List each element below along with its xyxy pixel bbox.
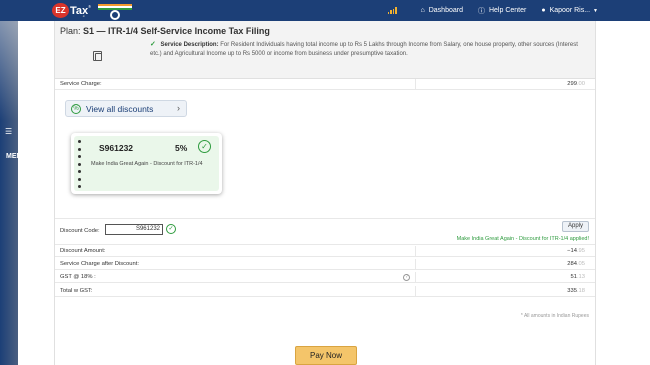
coupon-percent: 5% — [175, 143, 188, 153]
total-amount: 335 — [567, 288, 577, 294]
service-description: ✓ Service Description: For Resident Indi… — [150, 41, 590, 58]
top-navbar: EZ Tax ® .in ⌂ Dashboard ⓘ Help Center ●… — [0, 0, 650, 21]
column-divider — [415, 286, 416, 297]
signal-bars-icon — [387, 7, 398, 14]
nav-help-center-label: Help Center — [488, 7, 527, 14]
nav-help-center[interactable]: ⓘ Help Center — [478, 6, 526, 16]
total-value: 335.18 — [567, 288, 585, 294]
copy-icon[interactable] — [93, 51, 102, 61]
currency-note: * All amounts in Indian Rupees — [520, 313, 589, 319]
nav-right: ⌂ Dashboard ⓘ Help Center ● Kapoor Ris..… — [387, 0, 650, 21]
info-icon: ⓘ — [477, 7, 485, 15]
discount-amount-decimal: .95 — [576, 248, 585, 254]
user-icon: ● — [541, 7, 546, 14]
column-divider — [415, 246, 416, 257]
discount-amount-value: −14.95 — [567, 248, 585, 254]
gst-label: GST @ 18% : — [60, 274, 96, 280]
apply-button[interactable]: Apply — [562, 221, 589, 232]
coupon-code: S961232 — [99, 143, 134, 153]
right-gutter — [596, 21, 650, 365]
discount-code-row: Discount Code: S961232 ✓ Apply Make Indi… — [55, 218, 595, 245]
discount-amount: −14 — [567, 248, 577, 254]
logo-registered-mark: ® — [88, 4, 92, 9]
coupon-perforation — [78, 140, 81, 188]
view-all-discounts-button[interactable]: % View all discounts › — [65, 100, 187, 117]
menu-list-icon[interactable]: ☰ — [5, 127, 12, 136]
discount-tag-icon: % — [71, 103, 81, 114]
service-charge-amount: 299 — [567, 81, 577, 87]
column-divider — [415, 259, 416, 270]
plan-prefix: Plan: — [60, 26, 81, 36]
code-valid-check-icon: ✓ — [166, 224, 176, 234]
after-discount-row: Service Charge after Discount: 284.05 — [55, 259, 595, 270]
nav-user-menu[interactable]: ● Kapoor Ris... ▼ — [541, 7, 598, 14]
discount-amount-label: Discount Amount: — [60, 248, 106, 254]
total-label: Total w GST: — [60, 288, 93, 294]
after-discount-amount: 284 — [567, 261, 577, 267]
gst-value: 51.13 — [570, 274, 585, 280]
plan-header: Plan: S1 — ITR-1/4 Self-Service Income T… — [55, 21, 595, 79]
column-divider — [415, 272, 416, 283]
service-charge-value: 299.00 — [567, 81, 585, 87]
help-question-icon[interactable]: ? — [403, 274, 410, 281]
checkout-panel: Plan: S1 — ITR-1/4 Self-Service Income T… — [54, 21, 596, 365]
emblem-icon — [110, 10, 120, 20]
plan-name: S1 — ITR-1/4 Self-Service Income Tax Fil… — [83, 26, 270, 36]
service-charge-decimal: .00 — [576, 81, 585, 87]
discount-code-input[interactable]: S961232 — [105, 224, 163, 235]
caret-down-icon: ▼ — [593, 7, 598, 14]
pay-now-button[interactable]: Pay Now — [295, 346, 357, 365]
coupon-card[interactable]: S961232 5% ✓ Make India Great Again - Di… — [71, 133, 222, 194]
nav-user-label: Kapoor Ris... — [549, 7, 591, 14]
home-icon: ⌂ — [420, 7, 425, 14]
coupon-selected-check-icon: ✓ — [198, 140, 211, 153]
logo-domain: .in — [82, 14, 86, 18]
ez-tax-logo[interactable]: EZ Tax ® .in — [52, 3, 91, 18]
desc-label: Service Description: — [160, 42, 219, 48]
after-discount-decimal: .05 — [576, 261, 585, 267]
view-all-discounts-label: View all discounts — [86, 103, 154, 114]
after-discount-value: 284.05 — [567, 261, 585, 267]
column-divider — [415, 79, 416, 90]
discount-applied-message: Make India Great Again - Discount for IT… — [456, 236, 589, 242]
gst-row: GST @ 18% : ? 51.13 — [55, 272, 595, 283]
total-decimal: .18 — [576, 288, 585, 294]
check-icon: ✓ — [150, 41, 156, 48]
nav-dashboard[interactable]: ⌂ Dashboard — [421, 7, 463, 14]
discount-code-label: Discount Code: — [60, 228, 100, 234]
after-discount-label: Service Charge after Discount: — [60, 261, 139, 267]
service-charge-label: Service Charge: — [60, 81, 102, 87]
nav-dashboard-label: Dashboard — [428, 7, 463, 14]
gst-decimal: .13 — [576, 274, 585, 280]
chevron-right-icon: › — [177, 103, 180, 113]
side-menu-label[interactable]: MENU — [6, 152, 27, 162]
coupon-description: Make India Great Again - Discount for IT… — [91, 161, 203, 167]
logo-badge: EZ — [52, 3, 69, 18]
logo-text: Tax — [70, 4, 89, 17]
coupon-body: S961232 5% ✓ Make India Great Again - Di… — [74, 136, 219, 191]
side-menu-strip[interactable]: ☰ MENU — [0, 21, 27, 365]
total-row: Total w GST: 335.18 — [55, 286, 595, 297]
discount-amount-row: Discount Amount: −14.95 — [55, 246, 595, 257]
service-charge-row: Service Charge: 299.00 — [55, 79, 595, 90]
plan-title: Plan: S1 — ITR-1/4 Self-Service Income T… — [60, 26, 270, 36]
